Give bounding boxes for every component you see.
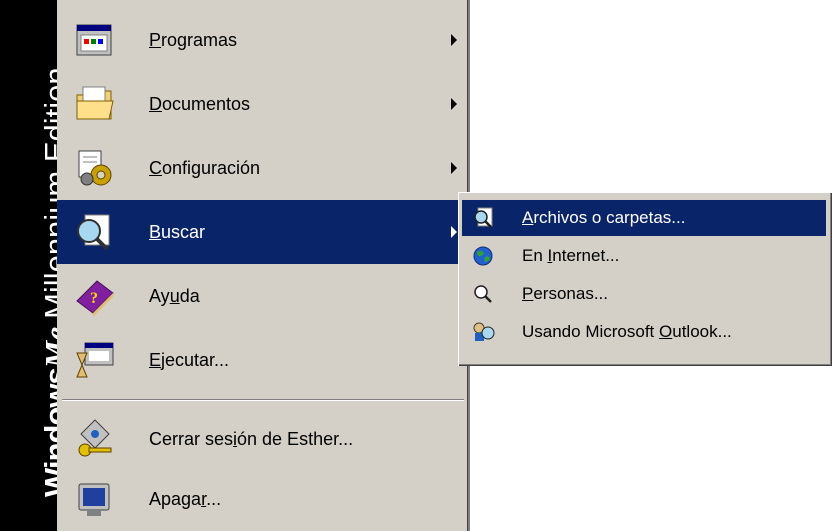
svg-text:?: ? <box>90 290 98 307</box>
menu-item-label: Programas <box>149 30 238 50</box>
menu-item-label: Apagar... <box>149 489 222 509</box>
banner-me: Me <box>38 326 57 369</box>
submenu-item-label: Personas... <box>522 284 608 303</box>
banner-edition: Millennium Edition <box>38 67 57 319</box>
submenu-item-personas[interactable]: Personas... <box>462 276 826 312</box>
menu-item-ayuda[interactable]: ? Ayuda <box>57 264 467 328</box>
submenu-item-outlook[interactable]: Usando Microsoft Outlook... <box>462 314 826 350</box>
shutdown-icon <box>73 478 117 520</box>
menu-item-documentos[interactable]: Documentos <box>57 72 467 136</box>
submenu-arrow-icon <box>451 226 457 238</box>
menu-item-buscar[interactable]: Buscar <box>57 200 467 264</box>
logoff-icon <box>73 418 117 460</box>
menu-item-configuracion[interactable]: Configuración <box>57 136 467 200</box>
menu-item-cerrar-sesion[interactable]: Cerrar sesión de Esther... <box>57 407 467 471</box>
banner-text: WindowsMe Millennium Edition <box>28 0 57 503</box>
menu-item-label: Configuración <box>149 158 261 178</box>
menu-item-label: Buscar <box>149 222 206 242</box>
submenu-item-internet[interactable]: En Internet... <box>462 238 826 274</box>
menu-item-label: Ejecutar... <box>149 350 230 370</box>
menu-separator <box>62 399 464 401</box>
menu-item-programas[interactable]: Programas <box>57 8 467 72</box>
menu-item-label: Documentos <box>149 94 251 114</box>
search-icon <box>73 211 117 253</box>
windows-me-banner: WindowsMe Millennium Edition <box>0 0 57 531</box>
submenu-arrow-icon <box>451 162 457 174</box>
buscar-submenu: Archivos o carpetas... En Internet... Pe… <box>458 192 832 366</box>
settings-icon <box>73 147 117 189</box>
menu-item-label: Cerrar sesión de Esther... <box>149 429 354 449</box>
find-people-icon <box>472 283 496 305</box>
find-files-icon <box>472 207 496 229</box>
menu-item-ejecutar[interactable]: Ejecutar... <box>57 328 467 392</box>
submenu-item-label: Archivos o carpetas... <box>522 208 686 227</box>
submenu-item-label: En Internet... <box>522 246 620 265</box>
menu-item-apagar[interactable]: Apagar... <box>57 467 467 531</box>
outlook-icon <box>472 321 496 343</box>
submenu-arrow-icon <box>451 34 457 46</box>
run-icon <box>73 339 117 381</box>
banner-brand: Windows <box>38 368 57 497</box>
submenu-item-label: Usando Microsoft Outlook... <box>522 322 732 341</box>
documents-icon <box>73 83 117 125</box>
submenu-arrow-icon <box>451 98 457 110</box>
internet-globe-icon <box>472 245 496 267</box>
start-menu: WindowsMe Millennium Edition Programas Do… <box>0 0 470 531</box>
programs-icon <box>73 19 117 61</box>
submenu-item-archivos[interactable]: Archivos o carpetas... <box>462 200 826 236</box>
help-icon: ? <box>73 275 117 317</box>
menu-item-label: Ayuda <box>149 286 200 306</box>
